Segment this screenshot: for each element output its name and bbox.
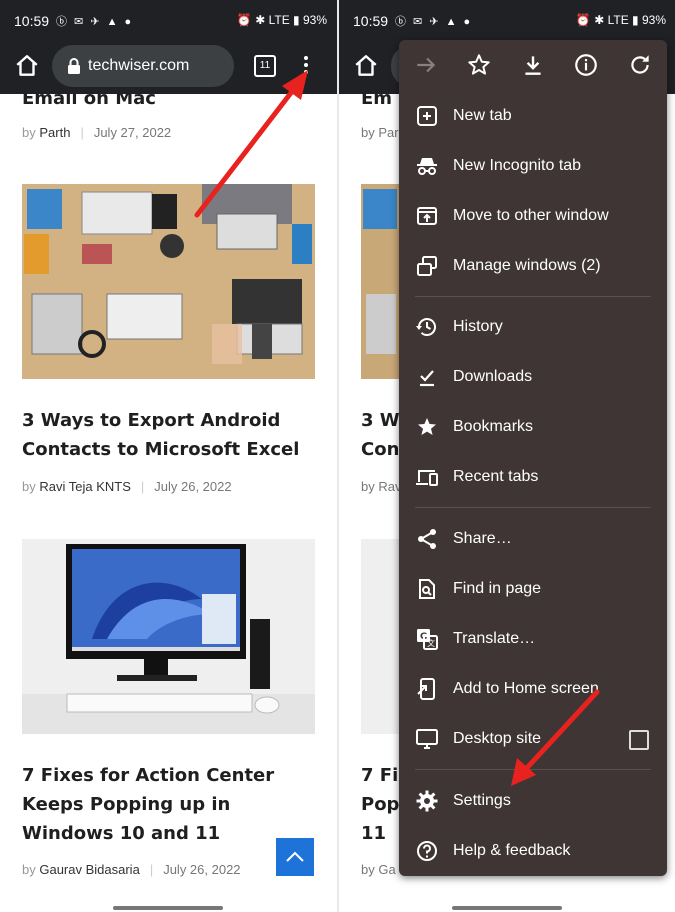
annotation-arrow (511, 689, 600, 786)
left-screenshot: 10:59 ⓑ ✉ ✈ ▲ ● ⏰ ✱ LTE ▮ 93% techwiser.… (0, 0, 337, 912)
annotation-arrow (194, 70, 308, 218)
right-screenshot: 10:59 ⓑ ✉ ✈ ▲ ● ⏰ ✱ LTE ▮ 93% Em by Par … (339, 0, 675, 912)
